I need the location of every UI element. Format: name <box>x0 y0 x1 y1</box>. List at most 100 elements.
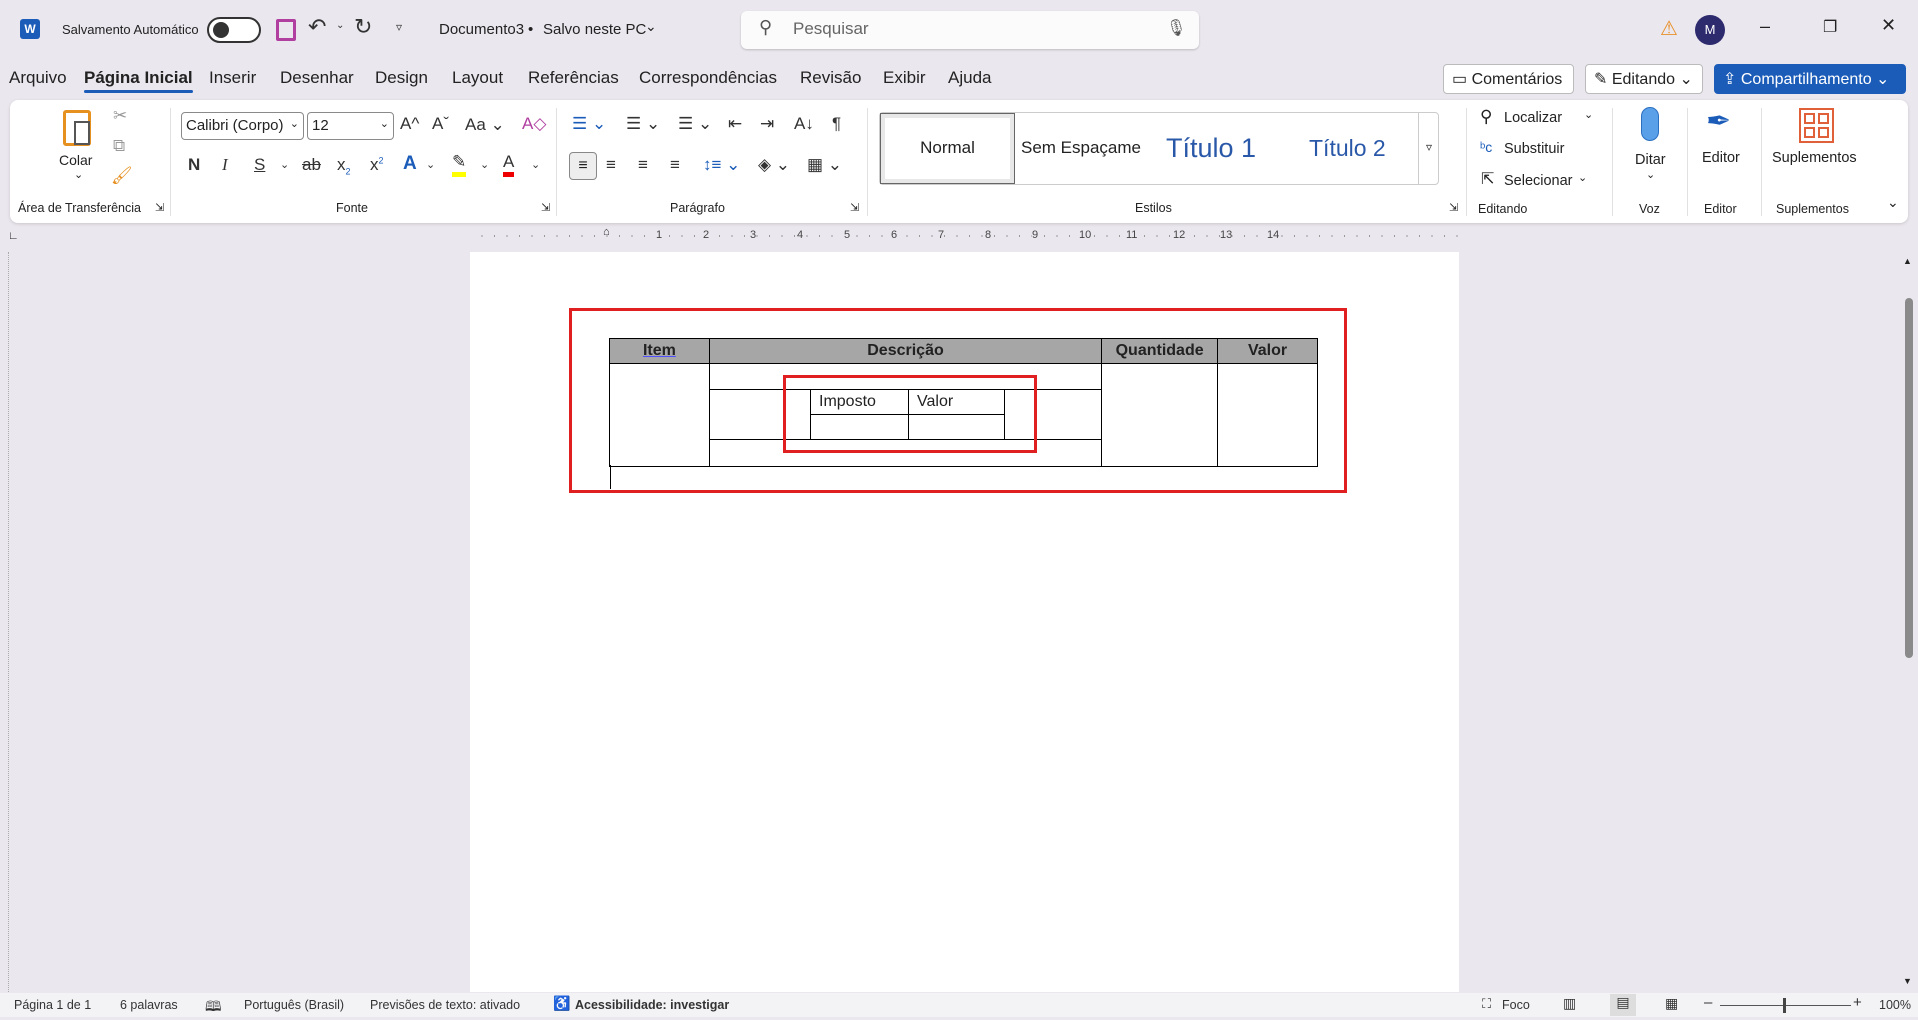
editor-icon[interactable]: ✒ <box>1706 104 1731 139</box>
share-button[interactable]: ⇪ Compartilhamento ⌄ <box>1714 64 1906 94</box>
tab-pagina-inicial[interactable]: Página Inicial <box>84 68 193 93</box>
vertical-scrollbar[interactable] <box>1905 298 1913 658</box>
dialog-launcher-icon[interactable]: ⇲ <box>1449 201 1458 214</box>
focus-icon[interactable]: ⛶ <box>1482 996 1491 1012</box>
web-layout-icon[interactable]: ▦ <box>1665 995 1678 1012</box>
multilevel-list-icon[interactable]: ☰ ⌄ <box>678 114 712 134</box>
style-heading-2[interactable]: Título 2 <box>1309 135 1386 162</box>
undo-icon[interactable]: ↶ <box>308 14 326 40</box>
chevron-down-icon[interactable]: ⌄ <box>480 158 489 171</box>
ruler-toggle[interactable]: ∟ <box>8 230 19 242</box>
find-icon[interactable]: ⚲ <box>1480 107 1492 127</box>
replace-button[interactable]: Substituir <box>1504 141 1564 157</box>
tab-arquivo[interactable]: Arquivo <box>9 68 67 88</box>
microphone-icon[interactable] <box>1641 107 1659 141</box>
save-icon[interactable] <box>276 19 296 41</box>
indent-marker-icon[interactable]: ⌂ <box>603 226 610 238</box>
undo-dropdown-icon[interactable]: ⌄ <box>336 20 344 31</box>
table-cell[interactable] <box>609 363 710 467</box>
subscript-icon[interactable]: x2 <box>337 155 351 176</box>
select-button[interactable]: Selecionar <box>1504 173 1573 189</box>
align-center-icon[interactable]: ≡ <box>606 155 616 175</box>
search-box[interactable]: ⚲ Pesquisar 🎙 <box>741 11 1199 49</box>
paste-button[interactable]: Colar <box>59 152 92 168</box>
paste-icon[interactable] <box>63 110 91 146</box>
chevron-down-icon[interactable]: ⌄ <box>645 18 657 35</box>
tab-inserir[interactable]: Inserir <box>209 68 256 88</box>
justify-icon[interactable]: ≡ <box>670 155 680 175</box>
zoom-out-button[interactable]: – <box>1704 994 1712 1011</box>
text-effects-icon[interactable]: A <box>403 153 417 175</box>
font-size-select[interactable]: 12 ⌄ <box>307 112 394 140</box>
editing-mode-button[interactable]: ✎ Editando ⌄ <box>1585 64 1703 94</box>
chevron-down-icon[interactable]: ⌄ <box>74 168 83 181</box>
italic-button[interactable]: I <box>222 155 228 175</box>
decrease-indent-icon[interactable]: ⇤ <box>728 114 742 134</box>
dialog-launcher-icon[interactable]: ⇲ <box>155 201 164 214</box>
customize-toolbar-icon[interactable]: ▿ <box>396 20 402 34</box>
page-count[interactable]: Página 1 de 1 <box>14 998 91 1012</box>
chevron-down-icon[interactable]: ⌄ <box>1646 168 1655 181</box>
avatar[interactable]: M <box>1695 15 1725 45</box>
style-normal[interactable]: Normal <box>880 113 1015 184</box>
copy-icon[interactable]: ⧉ <box>113 136 125 156</box>
shrink-font-icon[interactable]: Aˇ <box>432 114 449 134</box>
text-predictions[interactable]: Previsões de texto: ativado <box>370 998 520 1012</box>
sort-icon[interactable]: A↓ <box>794 114 814 134</box>
font-color-icon[interactable]: A <box>503 152 515 177</box>
scroll-up-icon[interactable]: ▲ <box>1903 256 1912 266</box>
select-icon[interactable]: ⇱ <box>1481 169 1494 189</box>
scroll-down-icon[interactable]: ▼ <box>1903 976 1912 986</box>
replace-icon[interactable]: ᵇc <box>1480 139 1492 155</box>
editor-button[interactable]: Editor <box>1702 150 1740 166</box>
tab-design[interactable]: Design <box>375 68 428 88</box>
numbering-icon[interactable]: ☰ ⌄ <box>626 114 660 134</box>
show-marks-icon[interactable]: ¶ <box>832 114 841 134</box>
chevron-down-icon[interactable]: ⌄ <box>280 158 289 171</box>
addins-button[interactable]: Suplementos <box>1772 150 1857 166</box>
accessibility-icon[interactable]: ♿ <box>553 995 570 1012</box>
clear-formatting-icon[interactable]: A◇ <box>522 114 546 134</box>
table-cell[interactable] <box>1101 363 1219 467</box>
highlight-icon[interactable]: ✎ <box>452 152 467 177</box>
search-input[interactable]: Pesquisar <box>793 19 869 39</box>
shading-icon[interactable]: ◈ ⌄ <box>758 155 790 175</box>
zoom-slider[interactable] <box>1720 998 1851 1013</box>
increase-indent-icon[interactable]: ⇥ <box>760 114 774 134</box>
comments-button[interactable]: ▭ Comentários <box>1443 64 1574 94</box>
format-painter-icon[interactable]: 🖌 <box>111 166 133 186</box>
addins-icon[interactable] <box>1799 108 1834 143</box>
bold-button[interactable]: N <box>188 155 200 175</box>
superscript-icon[interactable]: x2 <box>370 155 384 175</box>
language[interactable]: Português (Brasil) <box>244 998 344 1012</box>
tab-ajuda[interactable]: Ajuda <box>948 68 991 88</box>
horizontal-ruler[interactable]: 1 2 3 4 5 6 7 8 9 10 11 12 13 14 <box>470 228 1459 244</box>
zoom-level[interactable]: 100% <box>1879 998 1911 1012</box>
autosave-toggle[interactable] <box>207 17 261 43</box>
dialog-launcher-icon[interactable]: ⇲ <box>541 201 550 214</box>
focus-button[interactable]: Foco <box>1502 998 1530 1012</box>
zoom-in-button[interactable]: + <box>1853 994 1862 1011</box>
cut-icon[interactable]: ✂ <box>113 106 127 126</box>
dictate-button[interactable]: Ditar <box>1635 152 1666 168</box>
table-cell[interactable] <box>1217 363 1318 467</box>
save-status[interactable]: Salvo neste PC <box>543 21 646 38</box>
strikethrough-icon[interactable]: ab <box>302 155 321 175</box>
word-count[interactable]: 6 palavras <box>120 998 178 1012</box>
accessibility-status[interactable]: Acessibilidade: investigar <box>575 998 729 1012</box>
proofing-icon[interactable]: 🕮 <box>205 996 222 1020</box>
print-layout-button[interactable]: ▤ <box>1610 994 1636 1016</box>
microphone-icon[interactable]: 🎙 <box>1166 18 1186 38</box>
find-button[interactable]: Localizar <box>1504 110 1562 126</box>
collapse-ribbon-icon[interactable]: ⌄ <box>1887 194 1899 211</box>
borders-icon[interactable]: ▦ ⌄ <box>807 155 842 175</box>
restore-icon[interactable]: ❐ <box>1823 17 1837 37</box>
tab-layout[interactable]: Layout <box>452 68 503 88</box>
align-right-icon[interactable]: ≡ <box>638 155 648 175</box>
read-mode-icon[interactable]: ▥ <box>1563 995 1576 1012</box>
redo-icon[interactable]: ↻ <box>354 14 372 40</box>
warning-icon[interactable]: ⚠ <box>1660 16 1678 41</box>
change-case-button[interactable]: Aa ⌄ <box>465 115 505 135</box>
minimize-icon[interactable]: – <box>1760 16 1770 37</box>
grow-font-icon[interactable]: A^ <box>400 114 419 134</box>
